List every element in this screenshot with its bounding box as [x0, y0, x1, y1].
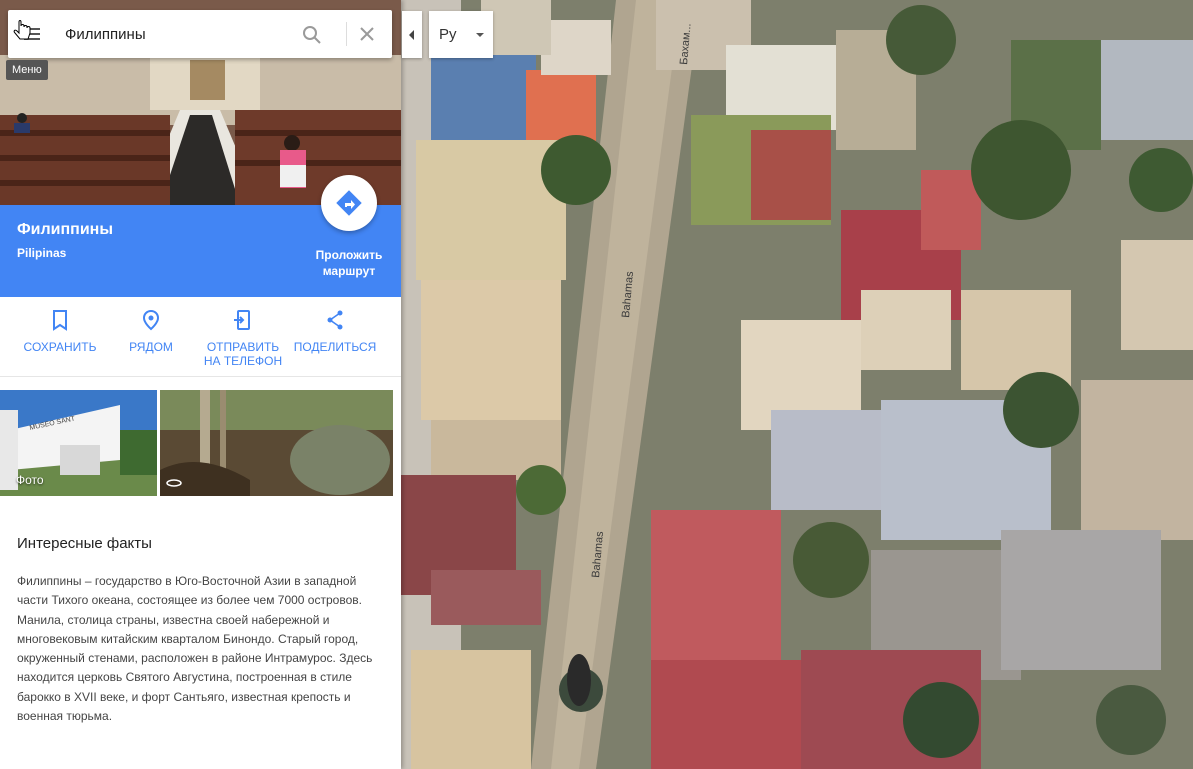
- directions-icon: [336, 190, 362, 216]
- nearby-button[interactable]: РЯДОМ: [108, 305, 194, 354]
- 360-icon: [166, 479, 182, 487]
- share-icon: [327, 310, 343, 330]
- search-icon[interactable]: [301, 24, 323, 46]
- directions-button[interactable]: [321, 175, 377, 231]
- satellite-map[interactable]: Бахам... Bahamas Bahamas: [401, 0, 1193, 769]
- save-label: СОХРАНИТЬ: [23, 340, 97, 354]
- directions-label[interactable]: Проложить маршрут: [302, 247, 396, 279]
- search-divider: [346, 22, 347, 46]
- collapse-panel-button[interactable]: [402, 11, 422, 58]
- section-divider: [0, 376, 401, 377]
- close-icon[interactable]: [356, 23, 378, 45]
- language-value: Ру: [439, 26, 457, 43]
- place-subtitle: Pilipinas: [17, 246, 67, 260]
- photos-thumbnail[interactable]: MUSEO SANT Фото: [0, 390, 157, 496]
- facts-text: Филиппины – государство в Юго-Восточной …: [17, 574, 373, 724]
- photos-label: Фото: [16, 473, 44, 487]
- hand-cursor-icon: [13, 20, 31, 40]
- bookmark-icon: [53, 310, 67, 331]
- share-button[interactable]: ПОДЕЛИТЬСЯ: [292, 305, 378, 354]
- panorama-thumbnail[interactable]: [160, 390, 393, 496]
- share-label: ПОДЕЛИТЬСЯ: [293, 340, 377, 354]
- nearby-label: РЯДОМ: [129, 340, 173, 354]
- menu-tooltip: Меню: [6, 60, 48, 80]
- place-title: Филиппины: [17, 221, 113, 238]
- rock-panorama-photo: [160, 390, 393, 496]
- search-box: Филиппины: [8, 10, 392, 58]
- satellite-imagery: Бахам... Bahamas Bahamas: [401, 0, 1193, 769]
- language-select[interactable]: Ру: [429, 11, 493, 58]
- send-to-phone-button[interactable]: ОТПРАВИТЬ НА ТЕЛЕФОН: [198, 305, 288, 368]
- search-input[interactable]: Филиппины: [65, 26, 146, 43]
- caret-left-icon: [409, 30, 414, 40]
- dropdown-arrow-icon: [476, 33, 484, 37]
- action-bar: СОХРАНИТЬ РЯДОМ ОТПРАВИТЬ НА ТЕЛЕФОН ПОД…: [0, 305, 401, 375]
- send-to-phone-label: ОТПРАВИТЬ НА ТЕЛЕФОН: [203, 340, 283, 368]
- facts-heading: Интересные факты: [17, 535, 152, 552]
- send-to-phone-icon: [234, 310, 250, 330]
- place-sidebar: Филиппины Меню Филиппины Pilipinas Проло…: [0, 0, 401, 769]
- nearby-pin-icon: [142, 309, 160, 331]
- save-button[interactable]: СОХРАНИТЬ: [17, 305, 103, 354]
